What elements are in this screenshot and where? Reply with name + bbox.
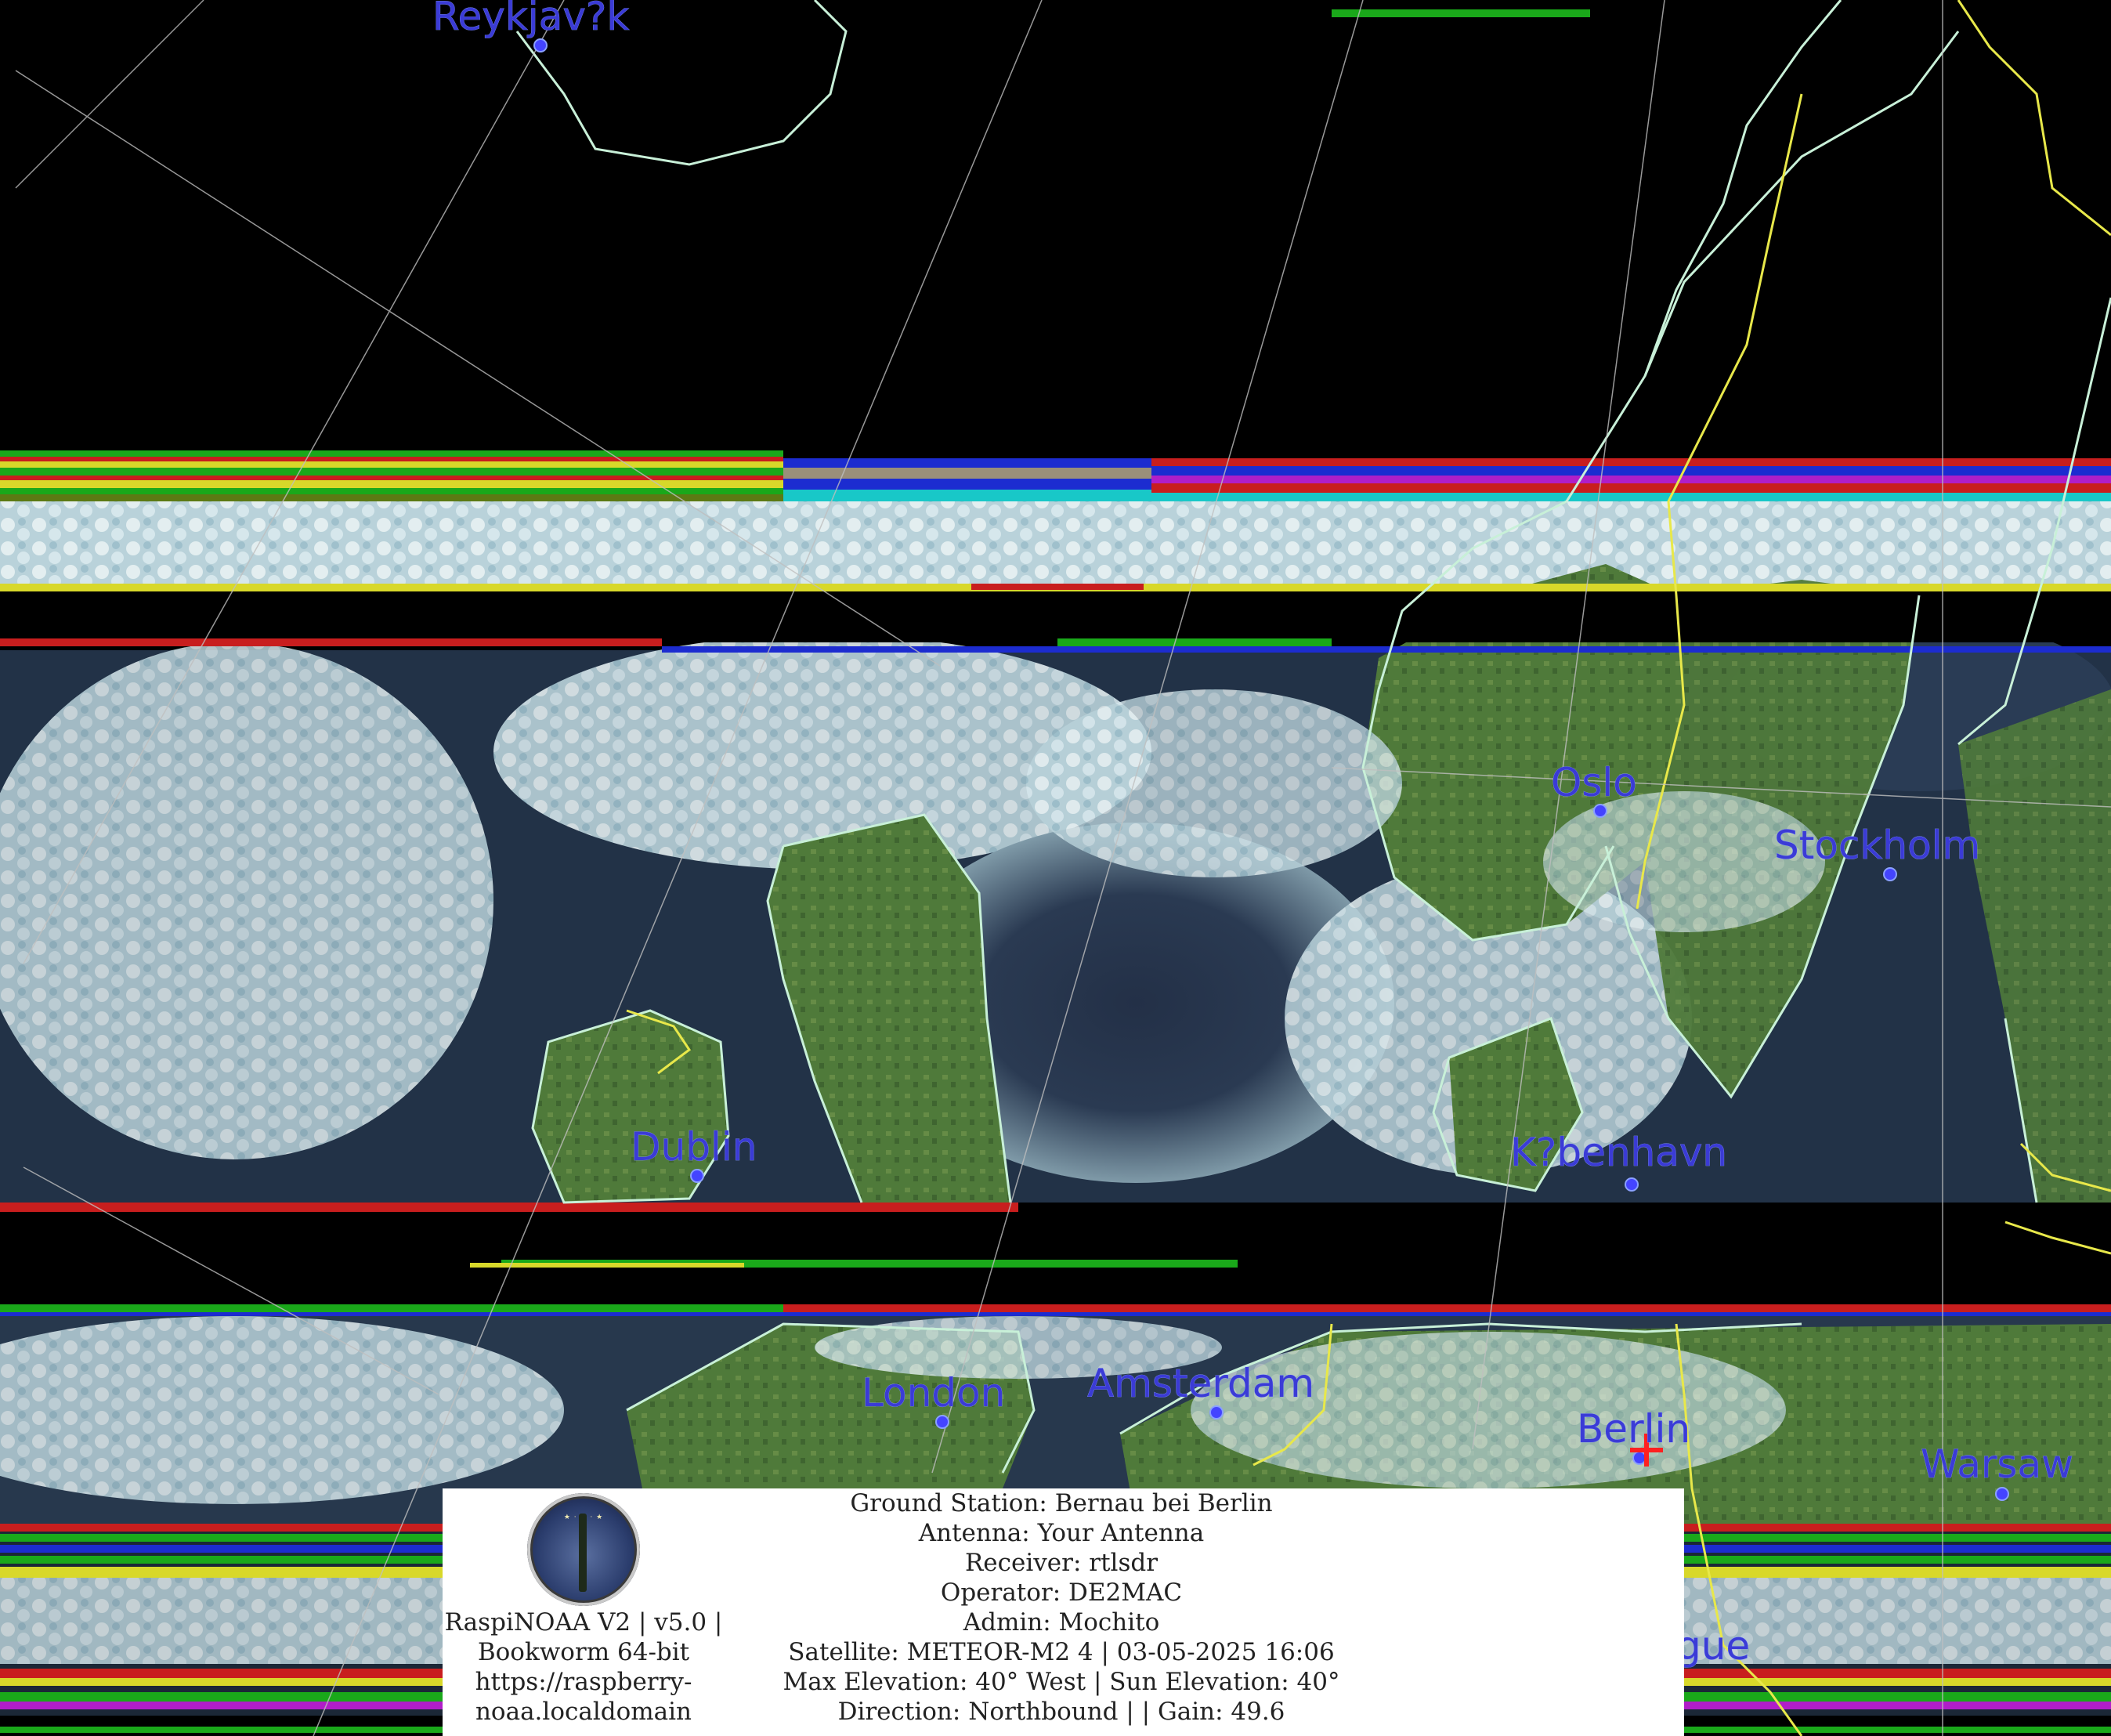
- city-label-stockholm: Stockholm: [1774, 823, 1980, 868]
- raspi-noaa-logo-icon: ★ · ★ · ★: [527, 1493, 640, 1606]
- city-dot-warsaw: [1995, 1487, 2009, 1501]
- city-label-warsaw: Warsaw: [1921, 1441, 2073, 1487]
- os-line: Bookworm 64-bit: [477, 1638, 690, 1666]
- city-dot-oslo: [1593, 804, 1607, 818]
- city-dot-berlin: [1632, 1451, 1647, 1465]
- city-label-oslo: Oslo: [1551, 760, 1637, 805]
- receiver-text: Receiver: rtlsdr: [964, 1549, 1159, 1577]
- app-version-line: RaspiNOAA V2 | v5.0 |: [444, 1608, 723, 1637]
- city-label-reykjavik: Reykjav?k: [432, 0, 629, 39]
- elevation-text: Max Elevation: 40° West | Sun Elevation:…: [783, 1668, 1340, 1696]
- url-line-2: noaa.localdomain: [475, 1698, 692, 1726]
- url-line-1: https://raspberry-: [475, 1668, 692, 1696]
- city-dot-stockholm: [1883, 867, 1897, 881]
- city-dot-kobenhavn: [1625, 1177, 1639, 1192]
- satellite-image: Reykjav?k Oslo Stockholm Dublin K?benhav…: [0, 0, 2111, 1736]
- antenna-text: Antenna: Your Antenna: [918, 1519, 1205, 1547]
- direction-gain-text: Direction: Northbound | | Gain: 49.6: [837, 1698, 1285, 1726]
- city-label-kobenhavn: K?benhavn: [1510, 1130, 1727, 1175]
- admin-text: Admin: Mochito: [963, 1608, 1160, 1637]
- operator-text: Operator: DE2MAC: [940, 1579, 1183, 1607]
- ground-station-text: Ground Station: Bernau bei Berlin: [850, 1489, 1273, 1517]
- satellite-text: Satellite: METEOR-M2 4 | 03-05-2025 16:0…: [788, 1638, 1335, 1666]
- app-info-block: ★ · ★ · ★ RaspiNOAA V2 | v5.0 | Bookworm…: [443, 1488, 725, 1736]
- city-dot-dublin: [690, 1169, 704, 1183]
- city-label-berlin: Berlin: [1577, 1406, 1690, 1452]
- city-dot-reykjavik: [533, 38, 548, 52]
- satellite-map: Reykjav?k Oslo Stockholm Dublin K?benhav…: [0, 0, 2111, 1736]
- city-dot-london: [935, 1415, 949, 1429]
- city-label-london: London: [862, 1370, 1005, 1416]
- city-label-prague-fragment: gue: [1676, 1623, 1750, 1669]
- city-label-amsterdam: Amsterdam: [1087, 1361, 1314, 1406]
- city-label-dublin: Dublin: [631, 1124, 757, 1170]
- city-dot-amsterdam: [1209, 1405, 1224, 1420]
- info-panel: ★ · ★ · ★ RaspiNOAA V2 | v5.0 | Bookworm…: [443, 1488, 1684, 1736]
